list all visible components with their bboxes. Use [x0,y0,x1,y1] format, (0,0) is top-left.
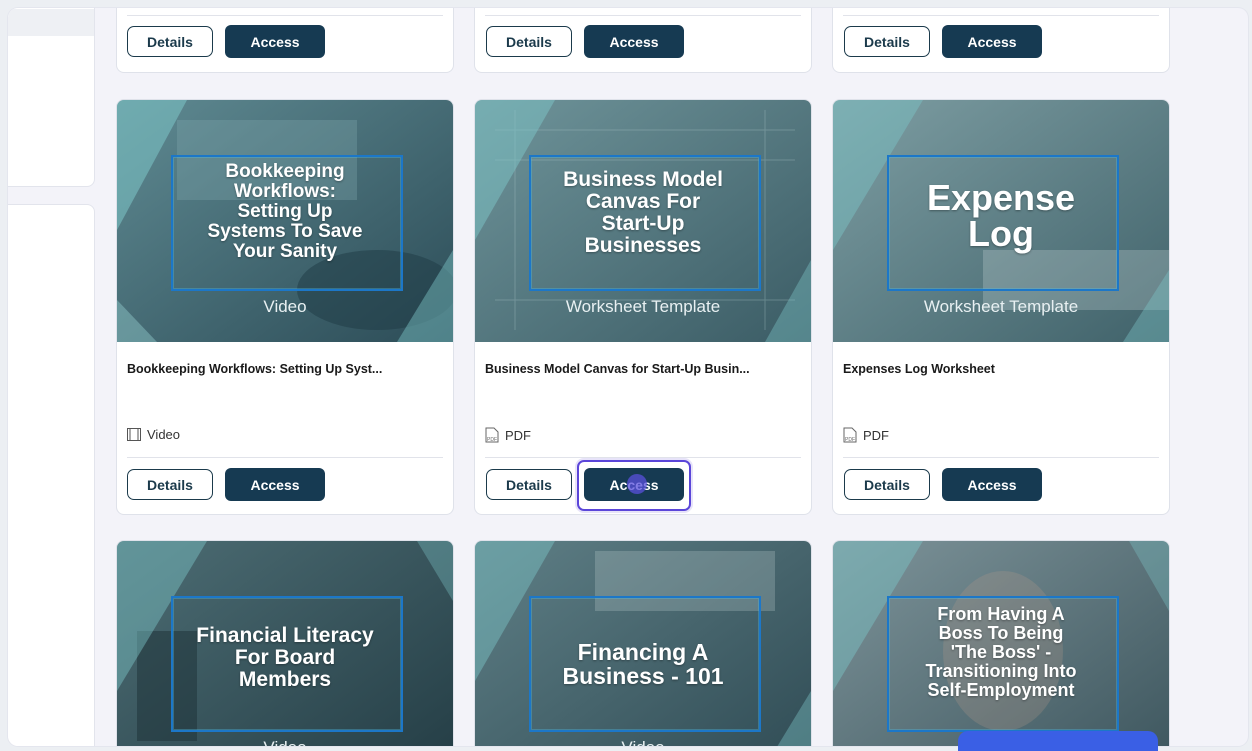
card-title[interactable]: Expenses Log Worksheet [843,362,1163,376]
thumbnail-title: Financing A Business - 101 [562,639,724,689]
thumbnail-title: Financial Literacy For Board Members [196,624,374,691]
thumbnail-type: Video [475,738,811,746]
thumbnail-type: Video [117,738,453,746]
content-frame: .. .. Details Access Details Access Deta… [8,8,1248,746]
details-button[interactable]: Details [127,26,213,57]
card-thumbnail[interactable]: Financing ABusiness - 101 Video [475,541,811,746]
thumbnail-type: Worksheet Template [923,297,1079,316]
thumbnail-type: Worksheet Template [565,297,721,316]
access-button[interactable]: Access [225,25,325,58]
side-panel-band [8,9,94,36]
resource-card[interactable]: From Having A Boss To Being 'The Boss' - Tr… [832,540,1170,746]
card-partial: Details Access [832,8,1170,73]
thumbnail-title: Bookkeeping Workflows: Setting Up Systems T… [207,161,363,262]
card-thumbnail[interactable]: Expense Log Worksheet Template [833,100,1169,342]
side-panel-list: .. .. [8,204,95,746]
card-divider [485,15,801,16]
details-button[interactable]: Details [844,26,930,57]
card-thumbnail[interactable]: Bookkeeping Workflows: Setting Up Systems T… [117,100,453,342]
card-type: PDF PDF [485,427,531,443]
film-icon [127,428,141,441]
details-button[interactable]: Details [486,26,572,57]
pdf-icon: PDF [485,427,499,443]
card-type-label: PDF [863,427,889,443]
resource-card[interactable]: Financing ABusiness - 101 Video [474,540,812,746]
resource-card[interactable]: Bookkeeping Workflows: Setting Up Systems T… [116,99,454,515]
resource-card[interactable]: Business Model Canvas For Start-Up Business… [474,99,812,515]
card-thumbnail[interactable]: Business Model Canvas For Start-Up Business… [475,100,811,342]
side-panel-top [8,8,95,187]
access-button[interactable]: Access [942,468,1042,501]
thumbnail-type: Video [263,297,307,316]
floating-action-button[interactable] [958,731,1158,751]
card-type: Video [127,427,180,442]
card-title[interactable]: Bookkeeping Workflows: Setting Up Syst..… [127,362,447,376]
card-divider [843,457,1159,458]
card-title[interactable]: Business Model Canvas for Start-Up Busin… [485,362,805,376]
thumbnail-title: Expense Log [926,177,1076,254]
card-divider [843,15,1159,16]
pdf-icon: PDF [843,427,857,443]
card-thumbnail[interactable]: Financial LiteracyFor BoardMembers Video [117,541,453,746]
cursor-click-indicator [627,474,647,494]
thumbnail-title: Business Model Canvas For Start-Up Business… [563,168,723,257]
resource-card[interactable]: Financial LiteracyFor BoardMembers Video [116,540,454,746]
resource-card[interactable]: Expense Log Worksheet Template Expenses L… [832,99,1170,515]
details-button[interactable]: Details [844,469,930,500]
card-divider [485,457,801,458]
card-divider [127,457,443,458]
details-button[interactable]: Details [127,469,213,500]
access-button[interactable]: Access [584,25,684,58]
card-type-label: Video [147,427,181,442]
thumbnail-title: From Having A Boss To Being 'The Boss' - Tr… [925,604,1077,700]
card-thumbnail[interactable]: From Having A Boss To Being 'The Boss' - Tr… [833,541,1169,746]
svg-text:PDF: PDF [845,437,855,443]
card-partial: Details Access [116,8,454,73]
card-type: PDF PDF [843,427,889,443]
svg-text:PDF: PDF [487,437,497,443]
card-divider [127,15,443,16]
access-button[interactable]: Access [225,468,325,501]
card-type-label: PDF [505,427,531,443]
card-partial: Details Access [474,8,812,73]
access-button[interactable]: Access [942,25,1042,58]
details-button[interactable]: Details [486,469,572,500]
